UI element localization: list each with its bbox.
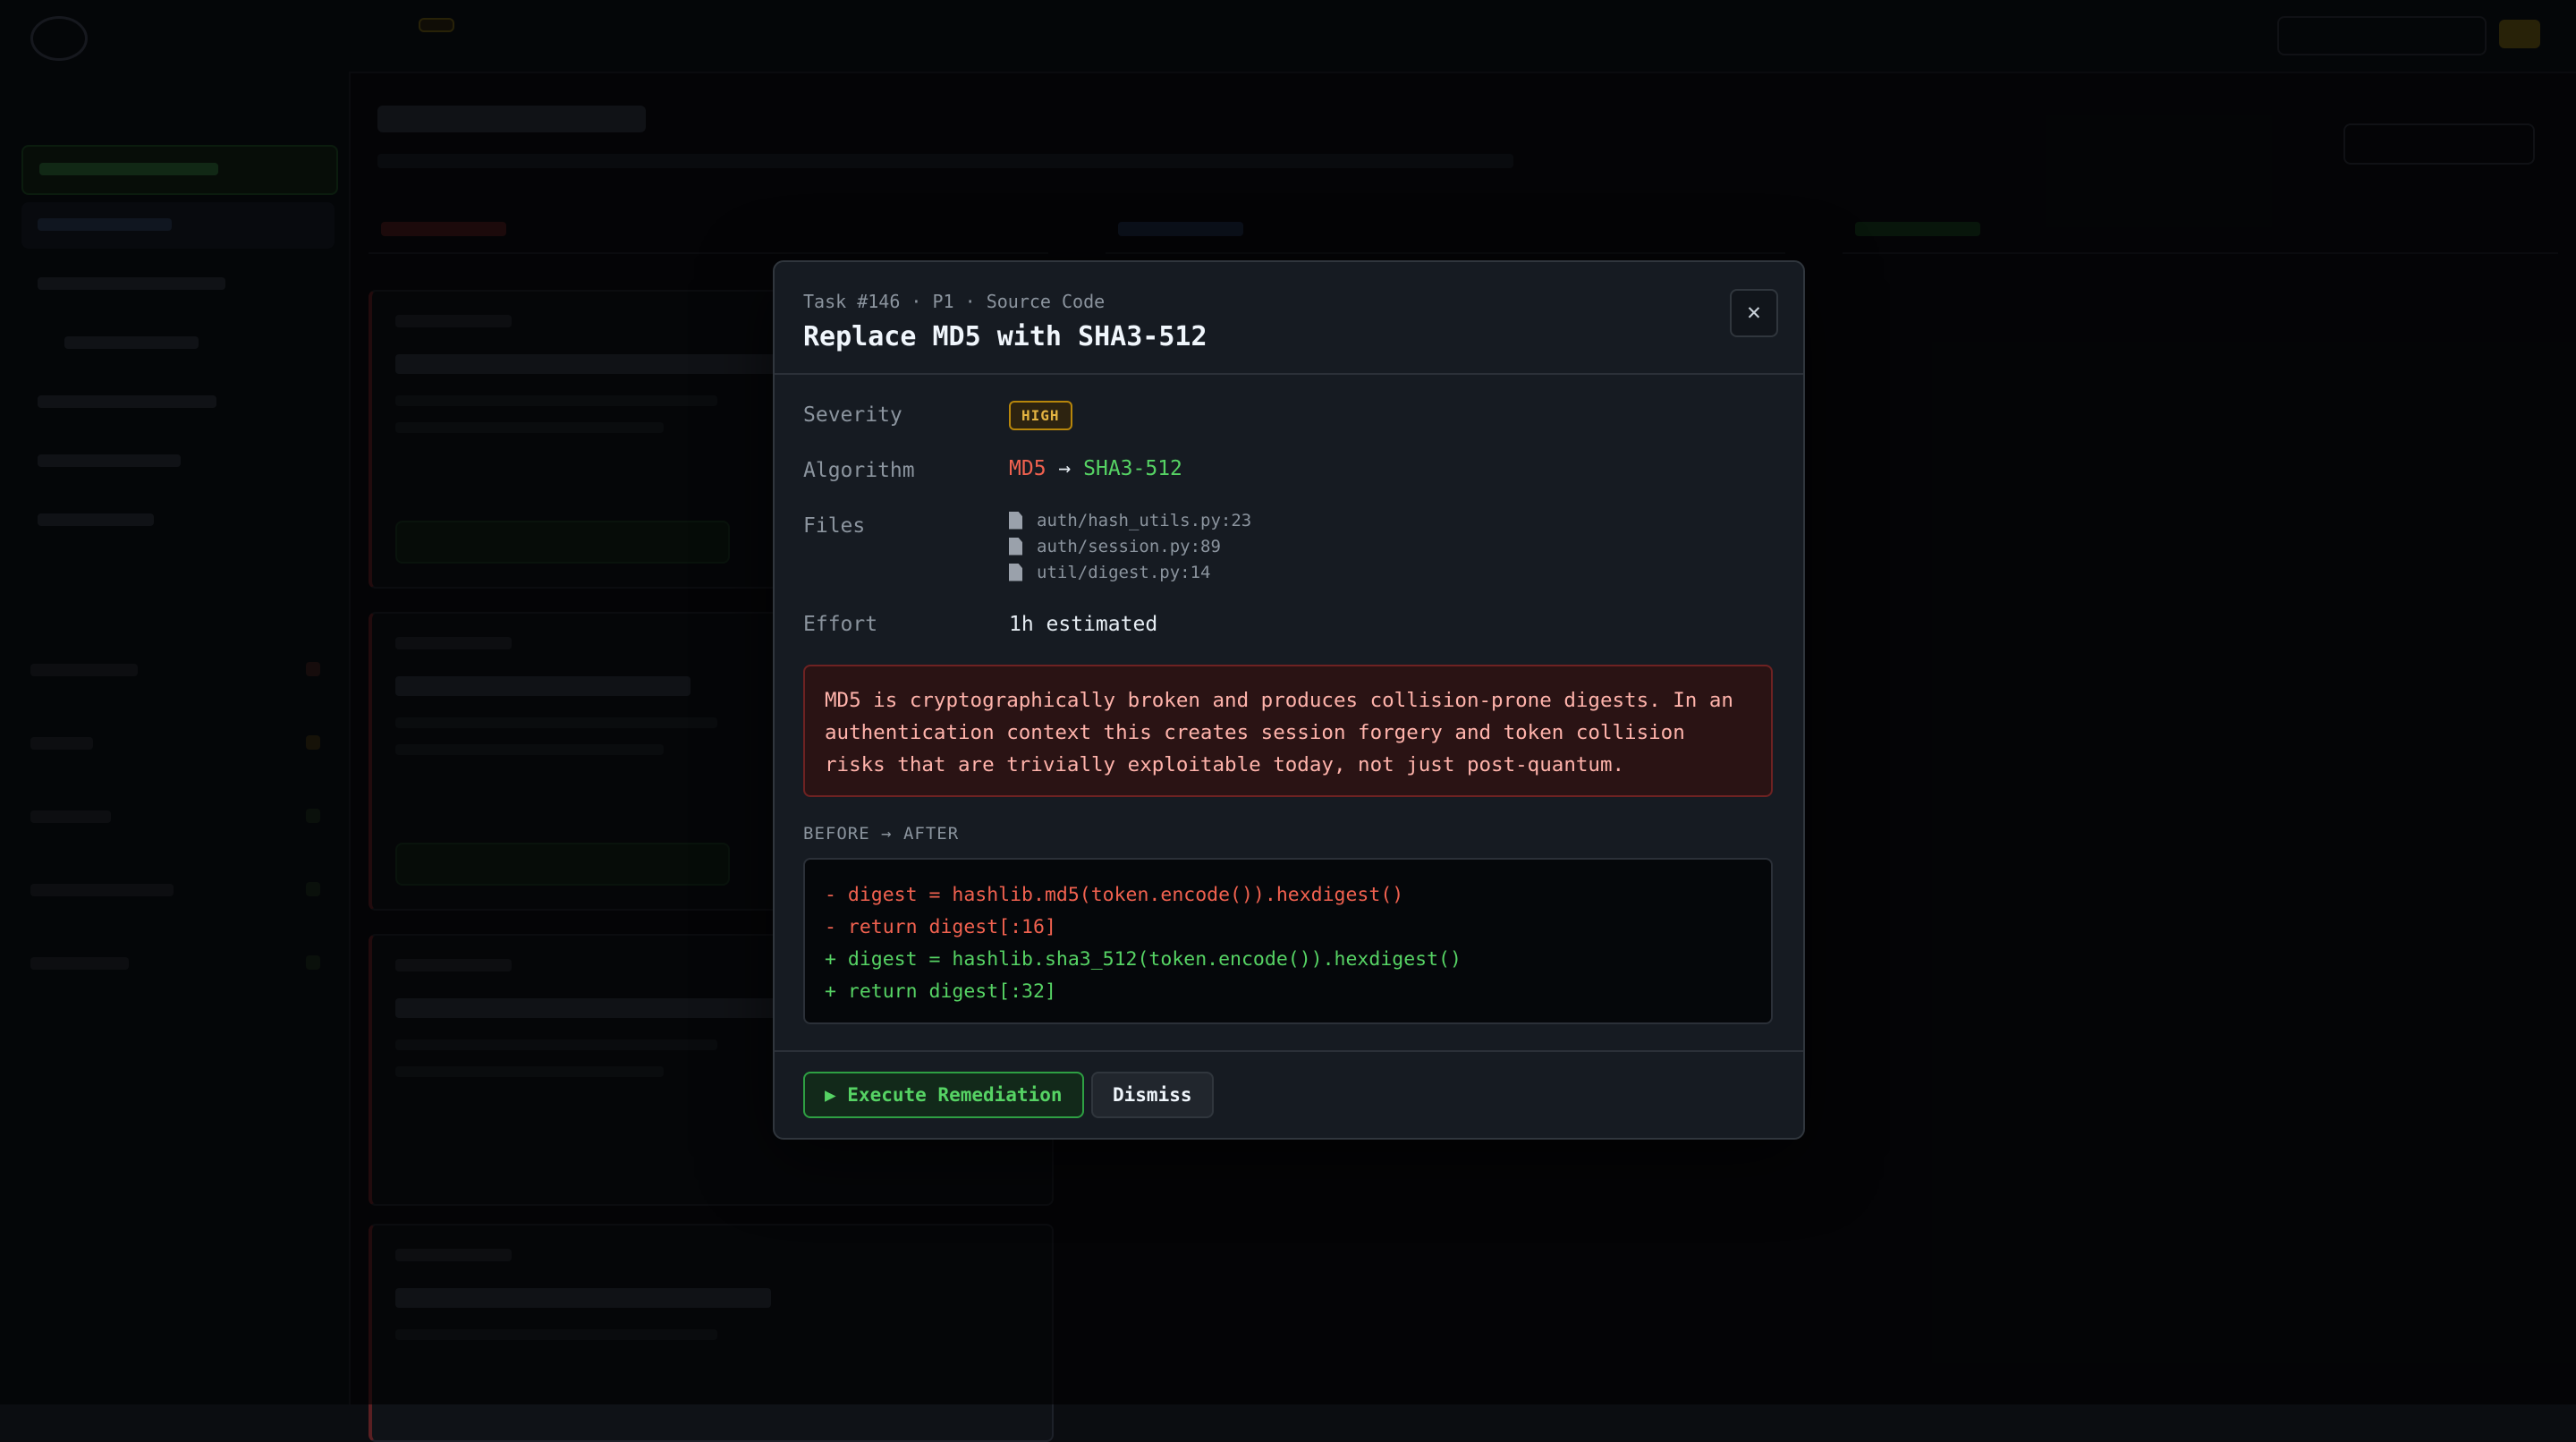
diff-label: BEFORE → AFTER	[803, 824, 960, 844]
task-meta: Task #146 · P1 · Source Code	[803, 291, 1106, 312]
file-icon	[1009, 511, 1022, 530]
risk-warning-text: MD5 is cryptographically broken and prod…	[825, 689, 1733, 776]
modal-footer: ▶ Execute Remediation Dismiss	[775, 1050, 1803, 1138]
severity-badge: HIGH	[1009, 401, 1072, 430]
task-detail-modal: Task #146 · P1 · Source Code Replace MD5…	[773, 260, 1805, 1140]
algorithm-to: SHA3-512	[1083, 457, 1182, 480]
algorithm-change: MD5 → SHA3-512	[1009, 457, 1182, 480]
severity-label: Severity	[803, 403, 902, 427]
file-path: util/digest.py:14	[1037, 562, 1211, 582]
file-item[interactable]: util/digest.py:14	[1009, 559, 1251, 585]
arrow-icon: →	[1058, 457, 1072, 480]
modal-header: Task #146 · P1 · Source Code Replace MD5…	[775, 262, 1803, 375]
effort-value: 1h estimated	[1009, 613, 1158, 636]
diff-line-removed: - digest = hashlib.md5(token.encode()).h…	[825, 884, 1404, 906]
file-icon	[1009, 563, 1022, 581]
effort-label: Effort	[803, 613, 878, 636]
file-item[interactable]: auth/session.py:89	[1009, 533, 1251, 559]
file-path: auth/session.py:89	[1037, 536, 1221, 556]
modal-title: Replace MD5 with SHA3-512	[803, 321, 1208, 352]
code-diff: - digest = hashlib.md5(token.encode()).h…	[803, 858, 1773, 1024]
algorithm-from: MD5	[1009, 457, 1046, 480]
diff-line-added: + digest = hashlib.sha3_512(token.encode…	[825, 948, 1462, 971]
execute-remediation-button[interactable]: ▶ Execute Remediation	[803, 1072, 1084, 1118]
file-icon	[1009, 537, 1022, 556]
file-list: auth/hash_utils.py:23 auth/session.py:89…	[1009, 507, 1251, 585]
dismiss-button[interactable]: Dismiss	[1091, 1072, 1214, 1118]
close-button[interactable]: ✕	[1730, 289, 1778, 337]
close-icon: ✕	[1747, 299, 1761, 326]
file-path: auth/hash_utils.py:23	[1037, 510, 1252, 530]
file-item[interactable]: auth/hash_utils.py:23	[1009, 507, 1251, 533]
algorithm-label: Algorithm	[803, 459, 915, 482]
files-label: Files	[803, 514, 866, 538]
risk-warning: MD5 is cryptographically broken and prod…	[803, 665, 1773, 797]
diff-line-added: + return digest[:32]	[825, 980, 1056, 1003]
diff-line-removed: - return digest[:16]	[825, 916, 1056, 938]
